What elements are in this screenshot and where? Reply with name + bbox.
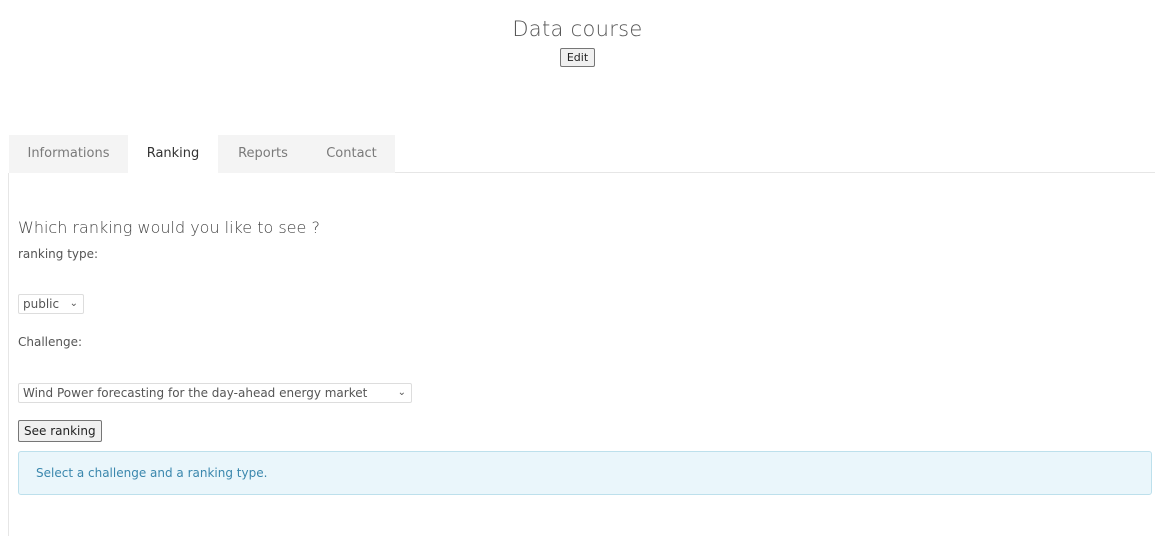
tab-reports[interactable]: Reports bbox=[218, 135, 308, 173]
tab-ranking[interactable]: Ranking bbox=[128, 135, 218, 174]
ranking-type-select[interactable]: public ⌄ bbox=[18, 294, 84, 314]
edit-button[interactable]: Edit bbox=[559, 48, 596, 67]
see-ranking-button[interactable]: See ranking bbox=[18, 420, 102, 442]
chevron-down-icon: ⌄ bbox=[397, 387, 406, 398]
ranking-type-selected-value: public bbox=[23, 297, 60, 311]
tab-panel-border bbox=[8, 173, 9, 536]
ranking-type-label: ranking type: bbox=[18, 247, 99, 261]
ranking-question: Which ranking would you like to see ? bbox=[18, 218, 320, 237]
challenge-label: Challenge: bbox=[18, 335, 83, 349]
page-header: Data course Edit bbox=[0, 14, 1155, 67]
chevron-down-icon: ⌄ bbox=[69, 298, 78, 309]
page-title: Data course bbox=[512, 17, 643, 41]
tab-informations[interactable]: Informations bbox=[9, 135, 128, 173]
tab-contact[interactable]: Contact bbox=[308, 135, 395, 173]
challenge-select[interactable]: Wind Power forecasting for the day-ahead… bbox=[18, 383, 412, 403]
challenge-selected-value: Wind Power forecasting for the day-ahead… bbox=[23, 386, 368, 400]
tab-bar: Informations Ranking Reports Contact bbox=[9, 135, 1155, 174]
info-alert-message: Select a challenge and a ranking type. bbox=[36, 466, 268, 480]
info-alert: Select a challenge and a ranking type. bbox=[18, 451, 1152, 495]
page: Data course Edit Informations Ranking Re… bbox=[0, 0, 1155, 536]
